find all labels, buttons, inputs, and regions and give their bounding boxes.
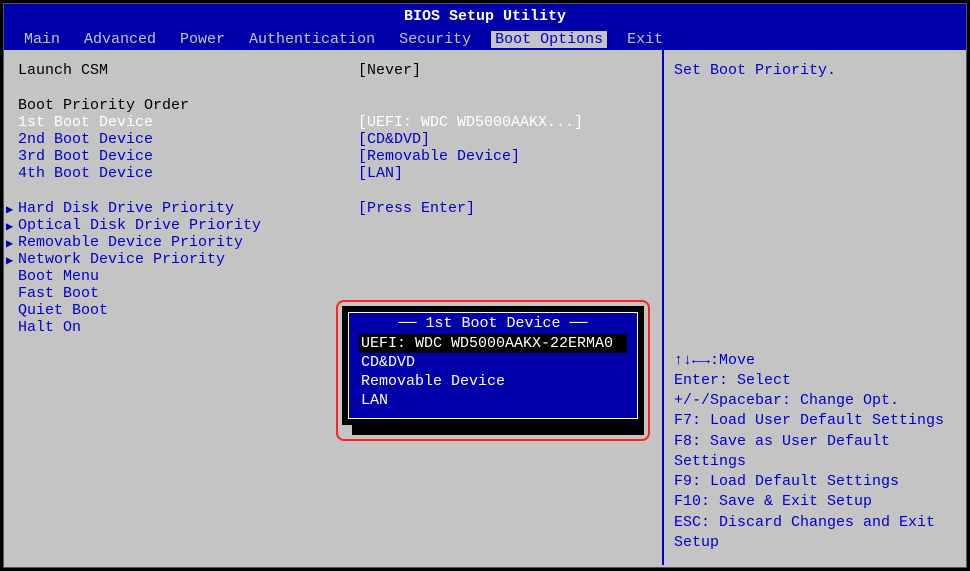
option-value: [Never] [358,62,421,79]
option-label: 2nd Boot Device [18,131,358,148]
option-value: [UEFI: WDC WD5000AAKX...] [358,114,583,131]
tab-main[interactable]: Main [20,31,64,48]
help-key-esc: ESC: Discard Changes and Exit Setup [674,513,956,554]
option-label: 3rd Boot Device [18,148,358,165]
boot-device-4[interactable]: 4th Boot Device [LAN] [18,165,648,182]
popup-title: ── 1st Boot Device ── [359,315,627,332]
tab-power[interactable]: Power [176,31,229,48]
submenu-removable-priority[interactable]: ▶Removable Device Priority [18,234,648,251]
annotation-highlight: ── 1st Boot Device ── UEFI: WDC WD5000AA… [336,300,650,441]
boot-device-popup: ── 1st Boot Device ── UEFI: WDC WD5000AA… [348,312,638,419]
tab-boot-options[interactable]: Boot Options [491,31,607,48]
option-label: Quiet Boot [18,302,358,319]
help-key-change: +/-/Spacebar: Change Opt. [674,391,956,411]
boot-device-3[interactable]: 3rd Boot Device [Removable Device] [18,148,648,165]
option-label: 4th Boot Device [18,165,358,182]
submenu-network-priority[interactable]: ▶Network Device Priority [18,251,648,268]
boot-order-header: Boot Priority Order [18,97,358,114]
submenu-arrow-icon: ▶ [6,253,13,268]
option-launch-csm[interactable]: Launch CSM [Never] [18,62,648,79]
help-key-f8: F8: Save as User Default Settings [674,432,956,473]
option-value: [CD&DVD] [358,131,430,148]
submenu-arrow-icon: ▶ [6,202,13,217]
tab-security[interactable]: Security [395,31,475,48]
submenu-optical-priority[interactable]: ▶Optical Disk Drive Priority [18,217,648,234]
option-label: 1st Boot Device [18,114,358,131]
submenu-hdd-priority[interactable]: ▶Hard Disk Drive Priority [Press Enter] [18,200,648,217]
option-label: Halt On [18,319,358,336]
popup-item-cddvd[interactable]: CD&DVD [359,353,627,372]
tab-exit[interactable]: Exit [623,31,667,48]
submenu-arrow-icon: ▶ [6,219,13,234]
content-area: Launch CSM [Never] Boot Priority Order 1… [4,50,966,565]
option-boot-menu[interactable]: Boot Menu [18,268,648,285]
option-label: ▶Hard Disk Drive Priority [18,200,358,217]
main-pane: Launch CSM [Never] Boot Priority Order 1… [4,50,664,565]
boot-device-1[interactable]: 1st Boot Device [UEFI: WDC WD5000AAKX...… [18,114,648,131]
help-description: Set Boot Priority. [674,62,956,351]
popup-item-removable[interactable]: Removable Device [359,372,627,391]
option-value: [Press Enter] [358,200,475,217]
bios-window: BIOS Setup Utility Main Advanced Power A… [3,3,967,568]
help-key-move: ↑↓←→:Move [674,351,956,371]
help-key-f9: F9: Load Default Settings [674,472,956,492]
popup-item-uefi-hdd[interactable]: UEFI: WDC WD5000AAKX-22ERMA0 [359,334,627,353]
boot-device-2[interactable]: 2nd Boot Device [CD&DVD] [18,131,648,148]
popup-shadow [352,425,644,435]
option-label: ▶Network Device Priority [18,251,358,268]
help-key-select: Enter: Select [674,371,956,391]
option-label: ▶Optical Disk Drive Priority [18,217,358,234]
submenu-arrow-icon: ▶ [6,236,13,251]
tab-bar: Main Advanced Power Authentication Secur… [4,29,966,50]
help-keys: ↑↓←→:Move Enter: Select +/-/Spacebar: Ch… [674,351,956,554]
help-pane: Set Boot Priority. ↑↓←→:Move Enter: Sele… [664,50,966,565]
popup-item-lan[interactable]: LAN [359,391,627,410]
help-key-f10: F10: Save & Exit Setup [674,492,956,512]
option-label: Fast Boot [18,285,358,302]
option-value: [Removable Device] [358,148,520,165]
option-label: ▶Removable Device Priority [18,234,358,251]
help-key-f7: F7: Load User Default Settings [674,411,956,431]
option-label: Launch CSM [18,62,358,79]
tab-authentication[interactable]: Authentication [245,31,379,48]
option-label: Boot Menu [18,268,358,285]
tab-advanced[interactable]: Advanced [80,31,160,48]
window-title: BIOS Setup Utility [4,4,966,29]
option-value: [LAN] [358,165,403,182]
